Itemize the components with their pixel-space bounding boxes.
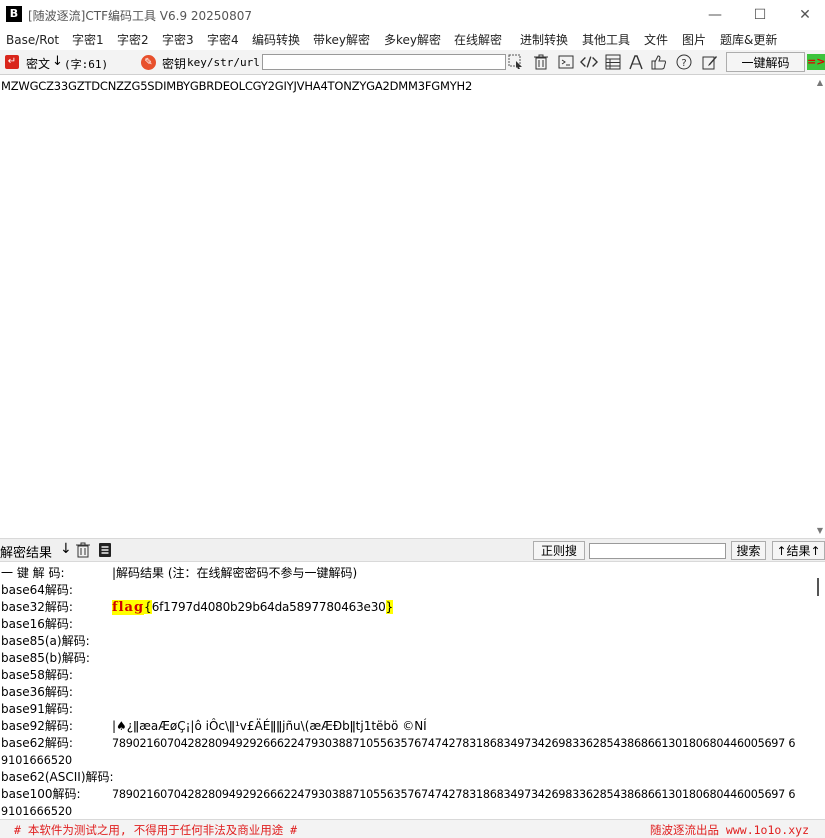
menu-file[interactable]: 文件	[644, 31, 668, 48]
app-logo-icon: B	[6, 6, 22, 22]
publisher-text: 随波逐流出品 www.1o1o.xyz	[650, 823, 810, 837]
result-key-base85a: base85(a)解码:	[1, 634, 90, 648]
menu-char-cipher-4[interactable]: 字密4	[207, 31, 239, 48]
result-key-base32: base32解码:	[1, 600, 73, 614]
menu-key-decrypt[interactable]: 带key解密	[313, 31, 370, 48]
ciphertext-input[interactable]: MZWGCZ33GZTDCNZZG5SDIMBYGBRDEOLCGY2GIYJV…	[0, 76, 815, 538]
result-search-input[interactable]	[589, 543, 726, 559]
cipher-import-icon[interactable]: ↵	[5, 55, 19, 69]
one-click-decode-button[interactable]: 一键解码	[726, 52, 805, 72]
key-label: 密钥	[162, 57, 187, 71]
status-bar: # 本软件为测试之用, 不得用于任何非法及商业用途 # 随波逐流出品 www.1…	[0, 819, 825, 838]
result-area[interactable]: 一 键 解 码: |解码结果 (注：在线解密密码不参与一键解码) base64解…	[0, 563, 810, 819]
menu-encoding-convert[interactable]: 编码转换	[252, 31, 300, 48]
flag-close-brace: }	[385, 600, 394, 614]
result-arrow-icon: ↓	[60, 541, 72, 557]
menu-online-decrypt[interactable]: 在线解密	[454, 31, 502, 48]
minimize-button[interactable]: —	[692, 0, 738, 29]
flag-highlight: flag	[112, 600, 145, 615]
title-bar: B [随波逐流]CTF编码工具 V6.9 20250807 — ☐ ✕	[0, 0, 825, 29]
thumbs-up-icon[interactable]	[650, 53, 668, 71]
edit-icon[interactable]	[701, 53, 719, 71]
menu-multi-key-decrypt[interactable]: 多key解密	[384, 31, 441, 48]
key-edit-icon[interactable]: ✎	[141, 55, 156, 70]
scroll-up-icon[interactable]: ▲	[815, 78, 825, 88]
menu-base-convert[interactable]: 进制转换	[520, 31, 568, 48]
key-input[interactable]	[262, 54, 506, 70]
one-click-header-value: |解码结果 (注：在线解密密码不参与一键解码)	[112, 566, 358, 580]
input-scrollbar[interactable]: ▲ ▼	[815, 76, 825, 538]
terminal-icon[interactable]	[557, 53, 575, 71]
result-value-base62: 7890216070428280949292666224793038871055…	[112, 737, 796, 750]
scroll-down-icon[interactable]: ▼	[815, 526, 825, 536]
result-key-base62: base62解码:	[1, 736, 73, 750]
close-button[interactable]: ✕	[782, 0, 825, 29]
result-key-base62-ascii: base62(ASCII)解码:	[1, 770, 114, 784]
result-scrollbar[interactable]	[810, 563, 825, 819]
result-scroll-thumb[interactable]	[817, 578, 819, 596]
ciphertext-value: MZWGCZ33GZTDCNZZG5SDIMBYGBRDEOLCGY2GIYJV…	[1, 79, 473, 93]
code-icon[interactable]	[580, 53, 598, 71]
flag-open-brace: {	[144, 600, 152, 614]
result-key-base100: base100解码:	[1, 787, 81, 801]
result-key-base85b: base85(b)解码:	[1, 651, 90, 665]
menu-image[interactable]: 图片	[682, 31, 706, 48]
cursor-icon[interactable]	[507, 53, 525, 71]
menu-other-tools[interactable]: 其他工具	[582, 31, 630, 48]
flag-body: 6f1797d4080b29b64da5897780463e30	[151, 600, 386, 614]
menu-bar: Base/Rot 字密1 字密2 字密3 字密4 编码转换 带key解密 多ke…	[0, 30, 825, 49]
menu-char-cipher-3[interactable]: 字密3	[162, 31, 194, 48]
result-label: 解密结果	[0, 546, 53, 561]
result-value-base92: |♠¿ǁæaÆøÇ¡|ô iÔc\ǁ¹v£ÄÉǁǁjñu\(æÆÐbǁtj1të…	[112, 719, 427, 733]
copy-result-icon[interactable]	[96, 541, 114, 559]
char-count: (字:61)	[64, 58, 109, 71]
result-value-base62-wrap: 9101666520	[1, 754, 73, 767]
key-hint: key/str/url:	[187, 56, 267, 69]
result-up-button[interactable]: ↑结果↑	[772, 541, 825, 560]
window-title: [随波逐流]CTF编码工具 V6.9 20250807	[28, 9, 252, 23]
search-button[interactable]: 搜索	[731, 541, 766, 560]
menu-base-rot[interactable]: Base/Rot	[6, 33, 59, 47]
menu-question-bank-update[interactable]: 题库&更新	[720, 31, 777, 48]
result-header-bar: 解密结果 ↓ 正则搜 搜索 ↑结果↑	[0, 538, 825, 562]
cipher-label: 密文	[26, 57, 51, 71]
result-key-base91: base91解码:	[1, 702, 73, 716]
help-icon[interactable]: ?	[675, 53, 693, 71]
clear-result-trash-icon[interactable]	[74, 541, 92, 559]
result-key-base16: base16解码:	[1, 617, 73, 631]
font-icon[interactable]	[627, 53, 645, 71]
result-value-base100: 7890216070428280949292666224793038871055…	[112, 788, 796, 801]
menu-char-cipher-1[interactable]: 字密1	[72, 31, 104, 48]
one-click-header-key: 一 键 解 码:	[1, 566, 65, 580]
run-indicator[interactable]: =>	[807, 54, 825, 70]
result-key-base58: base58解码:	[1, 668, 73, 682]
disclaimer-text: # 本软件为测试之用, 不得用于任何非法及商业用途 #	[14, 823, 298, 837]
trash-icon[interactable]	[532, 53, 550, 71]
result-key-base92: base92解码:	[1, 719, 73, 733]
svg-text:?: ?	[681, 58, 686, 69]
result-key-base64: base64解码:	[1, 583, 73, 597]
maximize-button[interactable]: ☐	[737, 0, 783, 29]
result-value-base32-flag: flag{6f1797d4080b29b64da5897780463e30}	[112, 599, 394, 616]
menu-char-cipher-2[interactable]: 字密2	[117, 31, 149, 48]
toolbar: ↵ 密文 ↓ (字:61) ✎ 密钥 key/str/url: ? 一键解码 =…	[0, 50, 825, 75]
result-key-base36: base36解码:	[1, 685, 73, 699]
result-value-base100-wrap: 9101666520	[1, 805, 73, 818]
table-icon[interactable]	[604, 53, 622, 71]
cipher-arrow-icon: ↓	[52, 54, 63, 69]
regex-search-button[interactable]: 正则搜	[533, 541, 585, 560]
